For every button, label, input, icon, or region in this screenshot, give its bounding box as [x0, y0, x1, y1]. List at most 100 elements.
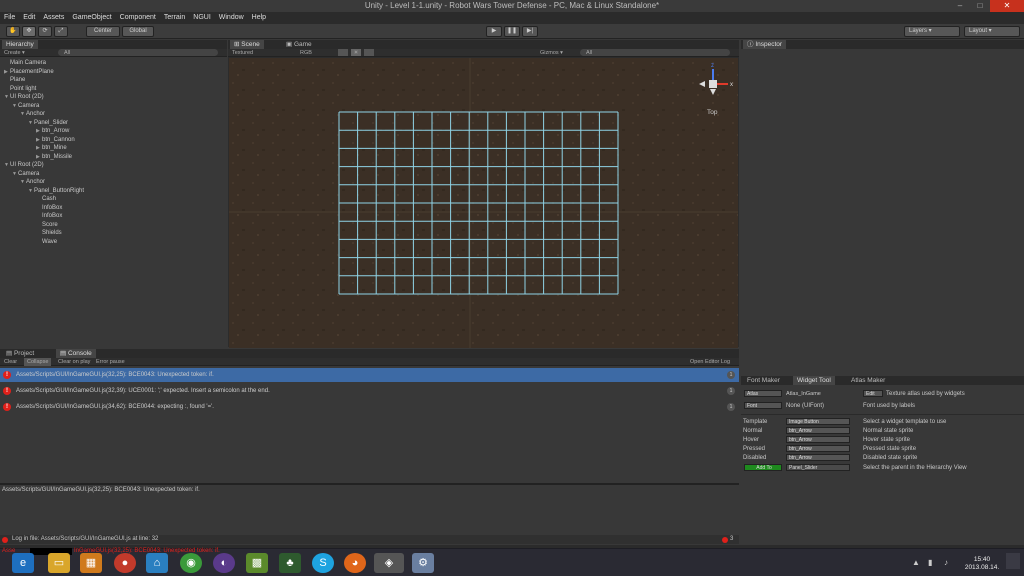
- console-entry[interactable]: ! Assets/Scripts/GUI/InGameGUI.js(32,39)…: [0, 384, 739, 398]
- network-icon[interactable]: ⌂: [146, 553, 168, 573]
- hierarchy-item[interactable]: InfoBox: [4, 204, 224, 213]
- collapse-button[interactable]: Collapse: [24, 358, 52, 366]
- tree-icon[interactable]: ♣: [279, 553, 301, 573]
- photoshop-icon[interactable]: ▦: [80, 553, 102, 573]
- clear-on-play-button[interactable]: Clear on play: [58, 358, 90, 366]
- layout-dropdown[interactable]: Layout ▾: [964, 26, 1020, 37]
- hierarchy-item[interactable]: ▶ btn_Missile: [4, 153, 224, 162]
- console-splitter[interactable]: [0, 483, 739, 485]
- hierarchy-item[interactable]: ▶ btn_Mine: [4, 144, 224, 153]
- hierarchy-item[interactable]: Cash: [4, 195, 224, 204]
- hand-tool-icon[interactable]: ✋: [6, 26, 20, 37]
- error-pause-button[interactable]: Error pause: [96, 358, 125, 366]
- space-global-button[interactable]: Global: [122, 26, 154, 37]
- hierarchy-item[interactable]: Plane: [4, 76, 224, 85]
- eclipse-icon[interactable]: ◐: [213, 553, 235, 573]
- parent-field[interactable]: Panel_Slider: [786, 464, 850, 471]
- render-mode-dropdown[interactable]: Textured: [232, 49, 253, 57]
- hierarchy-item[interactable]: ▼Panel_ButtonRight: [4, 187, 224, 196]
- hierarchy-item[interactable]: Main Camera: [4, 59, 224, 68]
- color-mode-dropdown[interactable]: RGB: [300, 49, 312, 57]
- menu-component[interactable]: Component: [116, 12, 160, 24]
- explorer-icon[interactable]: ▭: [48, 553, 70, 573]
- layers-dropdown[interactable]: Layers ▾: [904, 26, 960, 37]
- close-button[interactable]: ✕: [990, 0, 1024, 12]
- move-tool-icon[interactable]: ✥: [22, 26, 36, 37]
- tab-widget-tool[interactable]: Widget Tool: [793, 376, 835, 385]
- rotate-tool-icon[interactable]: ⟳: [38, 26, 52, 37]
- template-select[interactable]: Image Button: [786, 418, 850, 425]
- lighting-toggle-icon[interactable]: ☀: [351, 49, 361, 56]
- scale-tool-icon[interactable]: ⤢: [54, 26, 68, 37]
- hierarchy-item[interactable]: ▼Anchor: [4, 178, 224, 187]
- console-entry[interactable]: ! Assets/Scripts/GUI/InGameGUI.js(32,25)…: [0, 368, 739, 382]
- scene-viewport[interactable]: z x Top: [229, 58, 738, 348]
- menu-file[interactable]: File: [0, 12, 19, 24]
- tab-hierarchy[interactable]: Hierarchy: [2, 40, 38, 49]
- minimize-button[interactable]: –: [950, 0, 970, 12]
- tab-scene[interactable]: ⊞ Scene: [230, 40, 264, 49]
- tray-network-icon[interactable]: ▮: [928, 558, 932, 567]
- hierarchy-item[interactable]: Score: [4, 221, 224, 230]
- menu-edit[interactable]: Edit: [19, 12, 39, 24]
- unity-icon[interactable]: ◈: [374, 553, 404, 573]
- hierarchy-item[interactable]: ▶ PlacementPlane: [4, 68, 224, 77]
- hierarchy-item[interactable]: InfoBox: [4, 212, 224, 221]
- disabled-sprite-select[interactable]: btn_Arrow: [786, 454, 850, 461]
- pause-button[interactable]: ❚❚: [504, 26, 520, 37]
- chrome-icon[interactable]: ◉: [180, 553, 202, 573]
- effects-toggle-icon[interactable]: [364, 49, 374, 56]
- menu-ngui[interactable]: NGUI: [189, 12, 215, 24]
- hierarchy-item[interactable]: Point light: [4, 85, 224, 94]
- atlas-button[interactable]: Atlas: [744, 390, 782, 397]
- edit-button[interactable]: Edit: [863, 390, 883, 397]
- clear-button[interactable]: Clear: [4, 358, 17, 366]
- hierarchy-item[interactable]: ▼UI Root (2D): [4, 161, 224, 170]
- create-dropdown[interactable]: Create ▾: [4, 49, 25, 57]
- step-button[interactable]: ▶|: [522, 26, 538, 37]
- hierarchy-search-input[interactable]: All: [58, 49, 218, 56]
- hierarchy-item[interactable]: ▼Panel_Slider: [4, 119, 224, 128]
- menu-terrain[interactable]: Terrain: [160, 12, 189, 24]
- hierarchy-item[interactable]: ▼Camera: [4, 102, 224, 111]
- play-button[interactable]: ▶: [486, 26, 502, 37]
- hierarchy-item[interactable]: ▶ btn_Arrow: [4, 127, 224, 136]
- tray-arrow-icon[interactable]: ▲: [912, 558, 920, 567]
- menu-assets[interactable]: Assets: [39, 12, 68, 24]
- maximize-button[interactable]: □: [970, 0, 990, 12]
- menu-gameobject[interactable]: GameObject: [68, 12, 115, 24]
- menu-window[interactable]: Window: [215, 12, 248, 24]
- scene-search-input[interactable]: All: [580, 49, 730, 56]
- skype-icon[interactable]: S: [312, 553, 334, 573]
- hierarchy-item[interactable]: ▼UI Root (2D): [4, 93, 224, 102]
- tab-game[interactable]: ▣ Game: [282, 40, 316, 49]
- hierarchy-item[interactable]: ▼Camera: [4, 170, 224, 179]
- menu-help[interactable]: Help: [248, 12, 270, 24]
- tab-console[interactable]: ▤ Console: [56, 349, 96, 358]
- tab-atlas-maker[interactable]: Atlas Maker: [847, 376, 889, 385]
- hierarchy-item[interactable]: ▼Anchor: [4, 110, 224, 119]
- hierarchy-item[interactable]: Wave: [4, 238, 224, 247]
- console-entry[interactable]: ! Assets/Scripts/GUI/InGameGUI.js(34,62)…: [0, 400, 739, 414]
- clock[interactable]: 15:40 2013.08.14.: [962, 556, 1002, 572]
- font-button[interactable]: Font: [744, 402, 782, 409]
- notification-icon[interactable]: [1006, 553, 1020, 569]
- cmd-icon[interactable]: ⚙: [412, 553, 434, 573]
- hierarchy-item[interactable]: ▶ btn_Cannon: [4, 136, 224, 145]
- chrome-canary-icon[interactable]: ●: [114, 553, 136, 573]
- tab-inspector[interactable]: ⓘ Inspector: [743, 40, 787, 49]
- 2d-toggle-icon[interactable]: [338, 49, 348, 56]
- gizmos-dropdown[interactable]: Gizmos ▾: [540, 49, 563, 57]
- font-value[interactable]: None (UIFont): [786, 402, 824, 410]
- tab-font-maker[interactable]: Font Maker: [743, 376, 784, 385]
- open-editor-log-button[interactable]: Open Editor Log: [690, 358, 730, 366]
- hover-sprite-select[interactable]: btn_Arrow: [786, 436, 850, 443]
- hierarchy-item[interactable]: Shields: [4, 229, 224, 238]
- minecraft-icon[interactable]: ▩: [246, 553, 268, 573]
- pressed-sprite-select[interactable]: btn_Arrow: [786, 445, 850, 452]
- tab-project[interactable]: ▤ Project: [2, 349, 38, 358]
- normal-sprite-select[interactable]: btn_Arrow: [786, 427, 850, 434]
- add-to-button[interactable]: Add To: [744, 464, 782, 471]
- ie-icon[interactable]: e: [12, 553, 34, 573]
- firefox-icon[interactable]: ◕: [344, 553, 366, 573]
